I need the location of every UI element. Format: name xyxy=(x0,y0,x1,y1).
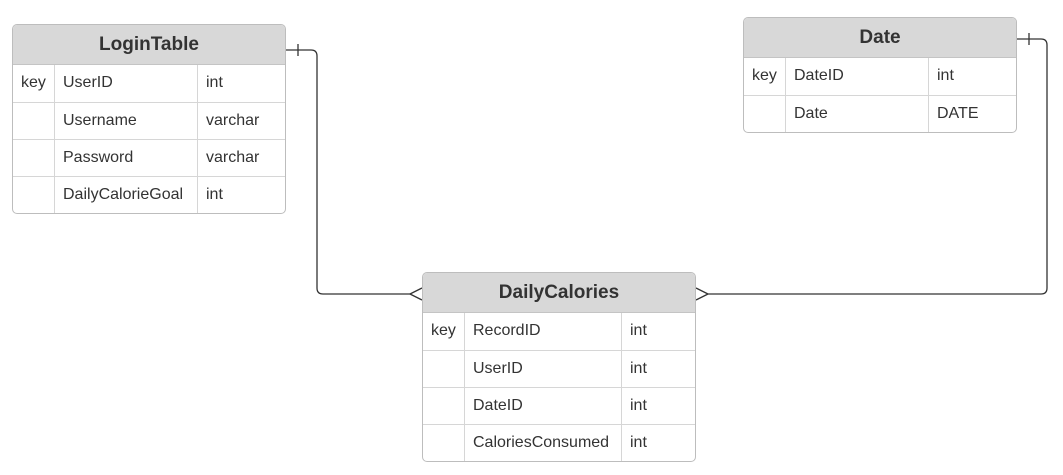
field-type: varchar xyxy=(206,149,260,166)
key-cell xyxy=(13,103,55,139)
table-row[interactable]: Username varchar xyxy=(13,102,285,139)
table-row[interactable]: DailyCalorieGoal int xyxy=(13,176,285,213)
key-cell xyxy=(423,425,465,461)
key-cell xyxy=(13,140,55,176)
field-type: DATE xyxy=(937,105,979,122)
field-name: UserID xyxy=(465,351,622,387)
field-type: int xyxy=(630,360,647,377)
key-cell: key xyxy=(744,58,786,95)
key-cell: key xyxy=(423,313,465,350)
table-row[interactable]: key UserID int xyxy=(13,65,285,102)
key-cell: key xyxy=(13,65,55,102)
entity-date[interactable]: Date key DateID int Date DATE xyxy=(743,17,1017,133)
table-row[interactable]: CaloriesConsumed int xyxy=(423,424,695,461)
field-name: CaloriesConsumed xyxy=(465,425,622,461)
field-type: int xyxy=(630,322,647,339)
field-name: RecordID xyxy=(465,313,622,350)
key-cell xyxy=(744,96,786,132)
field-name: Password xyxy=(55,140,198,176)
many-marker xyxy=(409,287,423,301)
field-name: UserID xyxy=(55,65,198,102)
table-row[interactable]: Date DATE xyxy=(744,95,1016,132)
field-name: Username xyxy=(55,103,198,139)
field-type: int xyxy=(937,67,954,84)
field-type: varchar xyxy=(206,112,260,129)
field-type: int xyxy=(630,434,647,451)
connector-line xyxy=(286,49,410,295)
table-row[interactable]: key DateID int xyxy=(744,58,1016,95)
entity-title[interactable]: Date xyxy=(744,18,1016,58)
key-cell xyxy=(13,177,55,213)
relationship-logintable-dailycalories[interactable] xyxy=(286,44,423,301)
entity-logintable[interactable]: LoginTable key UserID int Username varch… xyxy=(12,24,286,214)
field-type: int xyxy=(206,74,223,91)
many-marker xyxy=(695,287,709,301)
field-name: DailyCalorieGoal xyxy=(55,177,198,213)
key-cell xyxy=(423,351,465,387)
entity-dailycalories[interactable]: DailyCalories key RecordID int UserID in… xyxy=(422,272,696,462)
field-name: Date xyxy=(786,96,929,132)
entity-title[interactable]: LoginTable xyxy=(13,25,285,65)
table-row[interactable]: key RecordID int xyxy=(423,313,695,350)
field-name: DateID xyxy=(465,388,622,424)
field-type: int xyxy=(206,186,223,203)
field-name: DateID xyxy=(786,58,929,95)
table-row[interactable]: UserID int xyxy=(423,350,695,387)
table-row[interactable]: Password varchar xyxy=(13,139,285,176)
table-row[interactable]: DateID int xyxy=(423,387,695,424)
key-cell xyxy=(423,388,465,424)
entity-title[interactable]: DailyCalories xyxy=(423,273,695,313)
field-type: int xyxy=(630,397,647,414)
